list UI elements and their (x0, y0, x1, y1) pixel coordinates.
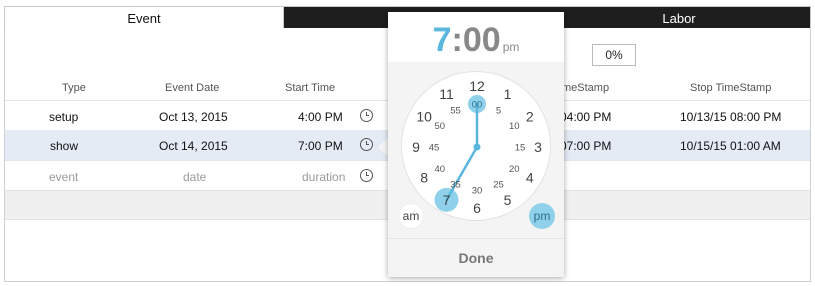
column-header-stop-timestamp[interactable]: Stop TimeStamp (690, 82, 771, 94)
tab-event[interactable]: Event (5, 7, 284, 29)
clock-center (473, 143, 481, 151)
clock-icon[interactable] (360, 109, 373, 122)
pm-button[interactable]: pm (529, 203, 555, 229)
type-placeholder[interactable]: event (49, 170, 78, 184)
cell-event-date: Oct 13, 2015 (159, 110, 228, 124)
cell-type: setup (49, 110, 79, 124)
column-header-start-timestamp[interactable]: meStamp (562, 82, 609, 94)
date-placeholder[interactable]: date (183, 170, 206, 184)
tab-labor[interactable]: Labor (548, 7, 810, 29)
minute-label[interactable]: 10 (509, 121, 520, 132)
hour-label[interactable]: 4 (526, 170, 534, 186)
done-button[interactable]: Done (388, 238, 564, 277)
column-header-type[interactable]: Type (62, 82, 86, 94)
minute-label[interactable]: 20 (509, 164, 520, 175)
percent-input[interactable]: 0% (592, 44, 636, 66)
minute-label[interactable]: 35 (450, 180, 461, 191)
duration-placeholder[interactable]: duration (302, 170, 345, 184)
column-header-event-date[interactable]: Event Date (165, 82, 219, 94)
minute-label[interactable]: 45 (429, 143, 440, 154)
clock-area: 12 1 2 3 4 5 6 7 8 9 10 11 00 5 10 15 20 25 30 35 40 45 50 55 a… (388, 62, 564, 238)
minute-label[interactable]: 5 (496, 105, 501, 116)
am-button[interactable]: am (398, 203, 424, 229)
cell-event-date: Oct 14, 2015 (159, 139, 228, 153)
hour-label[interactable]: 2 (526, 109, 534, 125)
hour-display[interactable]: 7 (433, 21, 452, 59)
clock-icon[interactable] (360, 138, 373, 151)
hour-label[interactable]: 1 (504, 86, 512, 102)
hour-label[interactable]: 11 (439, 86, 454, 102)
cell-start-time[interactable]: 4:00 PM (298, 110, 343, 124)
popover-arrow (378, 138, 388, 156)
cell-start-time[interactable]: 7:00 PM (298, 139, 343, 153)
minute-label[interactable]: 15 (515, 143, 526, 154)
hour-label[interactable]: 8 (420, 170, 428, 186)
time-picker-popover: 7:00 pm 12 1 2 3 4 5 6 7 8 9 10 11 00 5 10 15 20 25 30 35 40 4… (388, 12, 564, 277)
cell-stop-timestamp: 10/15/15 01:00 AM (680, 139, 781, 153)
cell-type: show (50, 139, 79, 153)
minute-label[interactable]: 40 (434, 164, 445, 175)
hour-label[interactable]: 3 (534, 139, 542, 155)
hour-label[interactable]: 10 (416, 109, 432, 125)
hour-label[interactable]: 12 (469, 78, 485, 94)
clock-icon[interactable] (360, 169, 373, 182)
minute-label[interactable]: 30 (472, 186, 483, 197)
cell-start-timestamp: 07:00 PM (560, 139, 612, 153)
minute-label[interactable]: 00 (472, 100, 483, 111)
clock-face[interactable]: 12 1 2 3 4 5 6 7 8 9 10 11 00 5 10 15 20 25 30 35 40 45 50 55 (401, 71, 551, 221)
minute-display[interactable]: 00 (463, 21, 501, 59)
meridiem-display: pm (502, 40, 520, 54)
hour-label[interactable]: 6 (473, 200, 481, 216)
hour-label[interactable]: 7 (443, 192, 451, 208)
hour-label[interactable]: 5 (504, 192, 512, 208)
time-display: 7:00 pm (388, 12, 564, 62)
cell-stop-timestamp: 10/13/15 08:00 PM (680, 110, 782, 124)
minute-label[interactable]: 55 (450, 105, 461, 116)
cell-start-timestamp: 04:00 PM (560, 110, 612, 124)
clock-dial[interactable]: 12123456789101100510152025303540455055 (402, 72, 552, 222)
time-colon: : (451, 21, 463, 59)
minute-label[interactable]: 25 (493, 180, 504, 191)
hour-label[interactable]: 9 (412, 139, 420, 155)
column-header-start-time[interactable]: Start Time (285, 82, 335, 94)
minute-label[interactable]: 50 (434, 121, 445, 132)
